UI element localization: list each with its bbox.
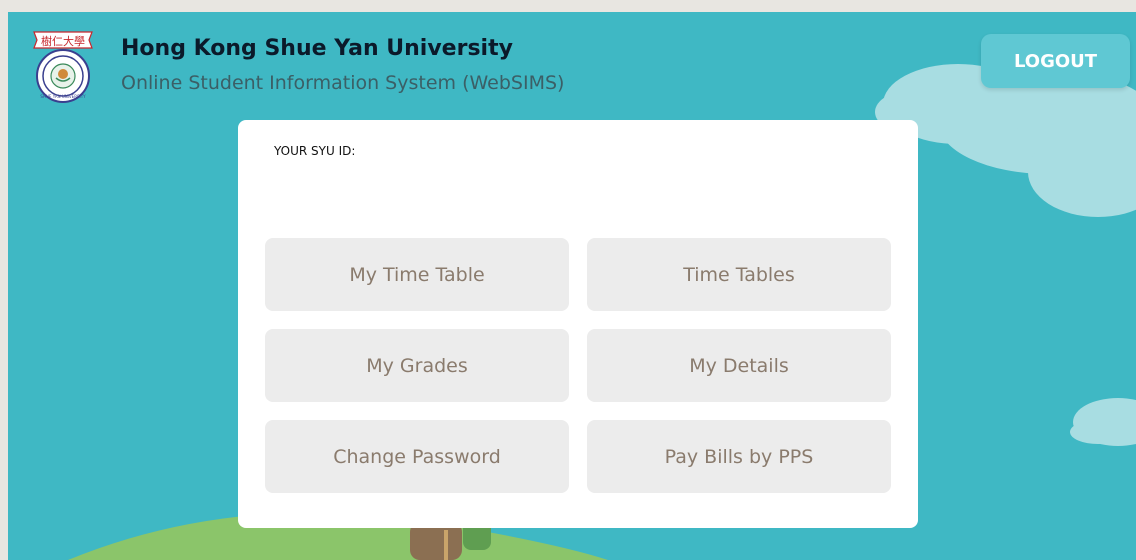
page-viewport: 樹仁大學 SHUE YAN UNIVERSITY Hong Kong Shue … <box>8 12 1136 560</box>
logout-button[interactable]: LOGOUT <box>981 34 1130 88</box>
svg-text:樹仁大學: 樹仁大學 <box>41 34 85 48</box>
change-password-button[interactable]: Change Password <box>265 420 569 493</box>
my-time-table-button[interactable]: My Time Table <box>265 238 569 311</box>
menu-card: YOUR SYU ID: My Time Table Time Tables M… <box>238 120 918 528</box>
university-name: Hong Kong Shue Yan University <box>121 36 513 61</box>
my-grades-button[interactable]: My Grades <box>265 329 569 402</box>
menu-grid: My Time Table Time Tables My Grades My D… <box>265 238 891 493</box>
time-tables-button[interactable]: Time Tables <box>587 238 891 311</box>
pay-bills-by-pps-button[interactable]: Pay Bills by PPS <box>587 420 891 493</box>
header: 樹仁大學 SHUE YAN UNIVERSITY Hong Kong Shue … <box>8 12 1136 112</box>
my-details-button[interactable]: My Details <box>587 329 891 402</box>
syu-id-label: YOUR SYU ID: <box>274 144 356 158</box>
cloud-right <box>1070 398 1136 446</box>
svg-text:SHUE YAN UNIVERSITY: SHUE YAN UNIVERSITY <box>40 94 86 99</box>
system-name: Online Student Information System (WebSI… <box>121 72 565 94</box>
university-logo: 樹仁大學 SHUE YAN UNIVERSITY <box>33 31 93 103</box>
